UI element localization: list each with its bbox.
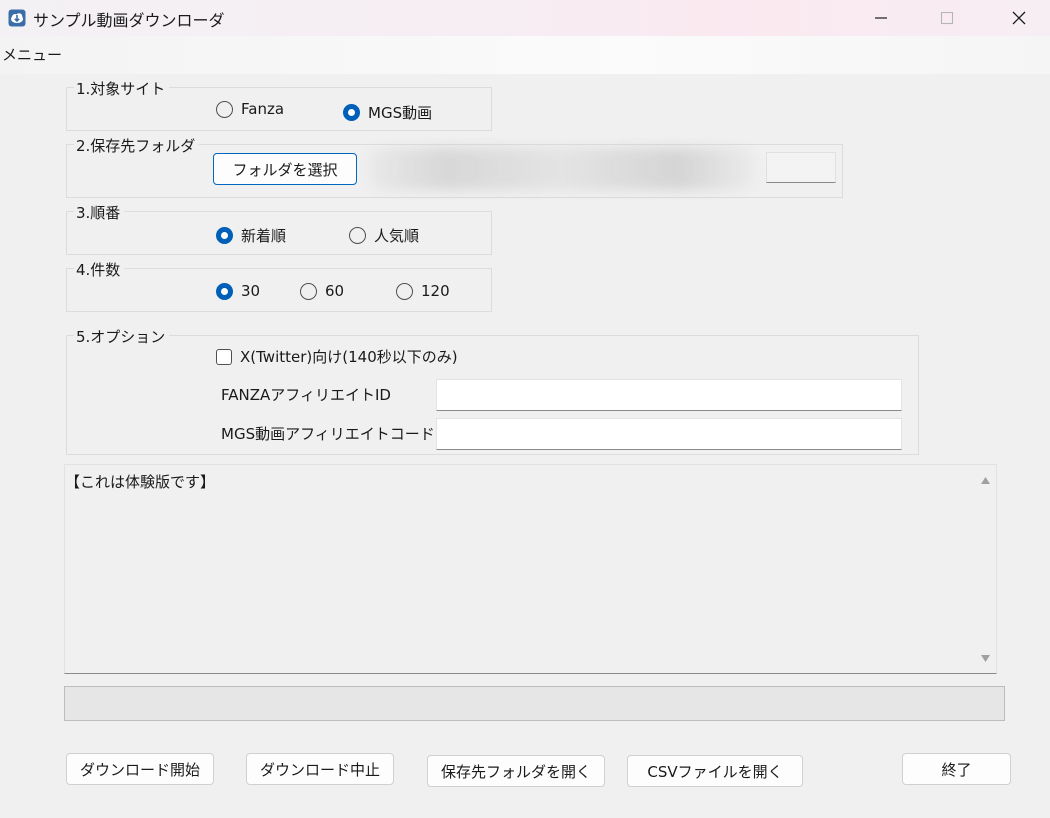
radio-count-60[interactable]: 60 xyxy=(300,282,344,300)
close-icon xyxy=(1012,11,1026,25)
download-stop-button[interactable]: ダウンロード中止 xyxy=(246,753,394,785)
order-legend: 3.順番 xyxy=(74,202,125,223)
radio-count-30[interactable]: 30 xyxy=(216,282,260,300)
radio-order-new-dot xyxy=(216,227,233,244)
radio-site-mgs[interactable]: MGS動画 xyxy=(343,102,432,123)
mgs-affiliate-input[interactable] xyxy=(436,418,902,450)
radio-count-30-label: 30 xyxy=(241,282,261,300)
radio-count-120[interactable]: 120 xyxy=(396,282,450,300)
radio-order-popular-label: 人気順 xyxy=(374,227,420,245)
window-title: サンプル動画ダウンローダ xyxy=(33,11,225,30)
radio-site-mgs-label: MGS動画 xyxy=(368,104,433,122)
folder-side-field[interactable] xyxy=(766,152,836,183)
twitter-checkbox-label: X(Twitter)向け(140秒以下のみ) xyxy=(240,348,458,366)
radio-count-60-dot xyxy=(300,282,317,300)
twitter-checkbox[interactable]: X(Twitter)向け(140秒以下のみ) xyxy=(216,346,458,367)
radio-count-120-label: 120 xyxy=(421,282,450,300)
mgs-affiliate-label: MGS動画アフィリエイトコード xyxy=(221,425,435,443)
radio-order-popular[interactable]: 人気順 xyxy=(349,225,419,246)
close-button[interactable] xyxy=(996,0,1042,36)
radio-site-fanza-label: Fanza xyxy=(241,100,285,118)
maximize-icon xyxy=(940,11,954,25)
radio-order-new[interactable]: 新着順 xyxy=(216,225,286,246)
select-folder-button[interactable]: フォルダを選択 xyxy=(213,153,357,185)
exit-button[interactable]: 終了 xyxy=(902,753,1011,785)
radio-count-60-label: 60 xyxy=(325,282,345,300)
radio-site-fanza[interactable]: Fanza xyxy=(216,100,284,118)
radio-site-mgs-dot xyxy=(343,104,360,121)
fanza-affiliate-input[interactable] xyxy=(436,379,902,411)
radio-count-120-dot xyxy=(396,282,413,300)
menu-bar xyxy=(0,36,1050,74)
scroll-down-arrow-icon[interactable] xyxy=(981,655,990,662)
radio-count-30-dot xyxy=(216,282,233,300)
radio-site-fanza-dot xyxy=(216,100,233,118)
twitter-checkbox-box xyxy=(216,348,232,365)
menu-item[interactable]: メニュー xyxy=(2,44,62,65)
log-scrollbar[interactable] xyxy=(974,465,996,673)
app-cloud-download-icon xyxy=(8,9,26,27)
progress-bar xyxy=(64,686,1005,721)
minimize-button[interactable] xyxy=(858,0,904,36)
log-text: 【これは体験版です】 xyxy=(65,473,216,491)
folder-path-display xyxy=(368,148,756,190)
download-start-button[interactable]: ダウンロード開始 xyxy=(66,753,214,785)
site-legend: 1.対象サイト xyxy=(74,78,170,99)
maximize-button[interactable] xyxy=(924,0,970,36)
log-textarea[interactable]: 【これは体験版です】 xyxy=(64,464,997,674)
fanza-affiliate-label: FANZAアフィリエイトID xyxy=(221,386,391,404)
folder-legend: 2.保存先フォルダ xyxy=(74,135,200,156)
open-csv-button[interactable]: CSVファイルを開く xyxy=(627,755,803,787)
radio-order-popular-dot xyxy=(349,227,366,244)
minimize-icon xyxy=(875,17,887,19)
options-legend: 5.オプション xyxy=(74,326,170,347)
radio-order-new-label: 新着順 xyxy=(241,227,287,245)
scroll-up-arrow-icon[interactable] xyxy=(981,477,990,484)
count-legend: 4.件数 xyxy=(74,259,125,280)
open-folder-button[interactable]: 保存先フォルダを開く xyxy=(427,755,605,787)
